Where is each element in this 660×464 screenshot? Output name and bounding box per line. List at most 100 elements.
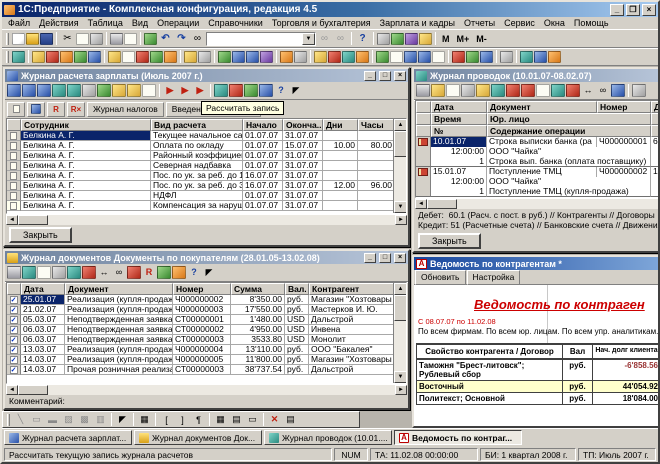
select-cursor-icon[interactable]: ◤ [115, 413, 130, 426]
copy-journal-icon[interactable] [214, 84, 228, 97]
menu-file[interactable]: Файл [4, 18, 34, 28]
search-combobox[interactable]: ▼ [206, 31, 316, 46]
memory-plus-button[interactable]: М+ [454, 32, 473, 46]
print-preview-icon[interactable] [124, 32, 137, 45]
memory-minus-button[interactable]: М- [473, 32, 490, 46]
document-row[interactable]: ✓ 21.02.07 Реализация (купля-продажа) Ч0… [7, 305, 396, 315]
document-row[interactable]: ✓ 05.03.07 Неподтвержденная заявка СТ000… [7, 315, 396, 325]
smiley-icon[interactable] [32, 50, 45, 63]
new-posting-icon[interactable] [431, 84, 445, 97]
post-doc-icon[interactable] [157, 266, 171, 279]
arrow-up2-icon[interactable] [246, 50, 259, 63]
menu-actions[interactable]: Действия [35, 18, 82, 28]
filter-off-icon[interactable] [566, 84, 580, 97]
view-posting-icon[interactable] [461, 84, 475, 97]
tax-journal-button[interactable]: Журнал налогов [87, 101, 164, 117]
taskbar-tab-postings[interactable]: Журнал проводок (10.01.... [264, 430, 392, 445]
print-doc-icon[interactable] [7, 266, 21, 279]
taskbar-tab-report[interactable]: А Ведомость по контраг... [394, 430, 522, 445]
sort-icon[interactable] [611, 84, 625, 97]
salary-close-window-button[interactable]: Закрыть [9, 227, 72, 243]
guide-book-icon[interactable] [419, 32, 432, 45]
toolbar-grip[interactable] [7, 413, 10, 426]
doc-red-icon[interactable] [136, 50, 149, 63]
scroll-up-icon[interactable]: ▲ [394, 283, 406, 295]
menu-windows[interactable]: Окна [540, 18, 569, 28]
calendar16-icon[interactable] [342, 50, 355, 63]
scroll-left-icon[interactable]: ◄ [415, 199, 427, 209]
salary-horizontal-scrollbar[interactable]: ◄ ► [6, 214, 407, 225]
scroll-left-icon[interactable]: ◄ [6, 215, 18, 225]
menu-trade-accounting[interactable]: Торговля и бухгалтерия [268, 18, 375, 28]
doc-question-icon[interactable] [108, 50, 121, 63]
close-button[interactable]: × [642, 3, 656, 16]
plant-icon[interactable] [218, 50, 231, 63]
calendar2-icon[interactable] [356, 50, 369, 63]
object-tool-icon[interactable]: ▩ [77, 413, 92, 426]
mark-delete-icon[interactable] [506, 84, 520, 97]
delete-record-icon[interactable] [67, 84, 81, 97]
orange-icon[interactable] [60, 50, 73, 63]
open-doc-icon[interactable] [112, 84, 126, 97]
fix-table-icon[interactable]: ▤ [283, 413, 298, 426]
safe-icon[interactable] [294, 50, 307, 63]
report2-icon[interactable] [390, 50, 403, 63]
salary-row[interactable]: Белкина А. Г. Текущее начальное сальдо 0… [7, 131, 395, 141]
save-icon[interactable] [40, 32, 53, 45]
doc-move-icon[interactable] [127, 84, 141, 97]
refresh-button[interactable]: Обновить [415, 269, 466, 285]
pyramid-icon[interactable] [74, 50, 87, 63]
docs-icon[interactable] [259, 84, 273, 97]
settings-button[interactable]: Настройка [466, 269, 521, 285]
books-icon[interactable] [88, 50, 101, 63]
cancel-seal-button[interactable]: R× [67, 101, 85, 117]
menu-operations[interactable]: Операции [153, 18, 203, 28]
doc-x-icon[interactable] [142, 84, 156, 97]
copy-doc-icon[interactable] [67, 266, 81, 279]
interval-doc-icon[interactable]: ↔ [97, 266, 111, 279]
scroll-up-icon[interactable]: ▲ [394, 119, 406, 131]
scroll-thumb[interactable] [18, 215, 48, 225]
box-icon[interactable] [280, 50, 293, 63]
clock-icon[interactable] [534, 50, 547, 63]
assistant-icon[interactable] [12, 50, 25, 63]
table-icon[interactable] [466, 50, 479, 63]
calculate-record-icon[interactable]: ▶ [163, 84, 177, 97]
cut-icon[interactable]: ✂ [60, 32, 75, 46]
menu-directories[interactable]: Справочники [204, 18, 267, 28]
feather-icon[interactable] [198, 50, 211, 63]
menu-service[interactable]: Сервис [500, 18, 539, 28]
calculator-icon[interactable] [391, 32, 404, 45]
copy-record-icon[interactable] [52, 84, 66, 97]
monitor-icon[interactable] [377, 32, 390, 45]
postings-entry[interactable]: 10.01.07 Строка выписки банка (ра Ч00000… [416, 137, 658, 167]
menu-table[interactable]: Таблица [84, 18, 127, 28]
document-row[interactable]: ✓ 13.03.07 Реализация (купля-продажа) Ч0… [7, 345, 396, 355]
print-icon[interactable] [110, 32, 123, 45]
documents-vertical-scrollbar[interactable]: ▲ ▼ [393, 283, 406, 383]
seal-button[interactable]: R [47, 101, 65, 117]
open-folder-icon[interactable] [26, 32, 39, 45]
globe-icon[interactable] [520, 50, 533, 63]
panel-toggle-icon[interactable]: ▭ [245, 413, 260, 426]
describe-doc-icon[interactable]: ◤ [202, 266, 216, 279]
time-doc-icon[interactable] [172, 266, 186, 279]
delete-doc-icon[interactable] [82, 266, 96, 279]
salary-row[interactable]: Белкина А. Г. Пос. по ук. за реб. до 1,5… [7, 171, 395, 181]
red-book-icon[interactable] [328, 50, 341, 63]
scroll-left-icon[interactable]: ◄ [6, 385, 18, 395]
report5-icon[interactable] [432, 50, 445, 63]
salary-minimize-button[interactable]: _ [364, 70, 376, 81]
restore-button[interactable]: ❐ [626, 3, 640, 16]
documents-window-titlebar[interactable]: Журнал документов Документы по покупател… [5, 251, 408, 264]
documents-minimize-button[interactable]: _ [364, 252, 376, 263]
edit-record-icon[interactable] [22, 84, 36, 97]
grid-toggle-icon[interactable]: ▦ [137, 413, 152, 426]
report3-icon[interactable] [404, 50, 417, 63]
arrow-up-icon[interactable] [232, 50, 245, 63]
filled-rect-tool-icon[interactable]: ▬ [45, 413, 60, 426]
salary-maximize-button[interactable]: □ [379, 70, 391, 81]
scroll-down-icon[interactable]: ▼ [394, 201, 406, 213]
table-view-icon[interactable]: ▦ [213, 413, 228, 426]
hide-table-icon[interactable]: ✕ [267, 413, 282, 426]
